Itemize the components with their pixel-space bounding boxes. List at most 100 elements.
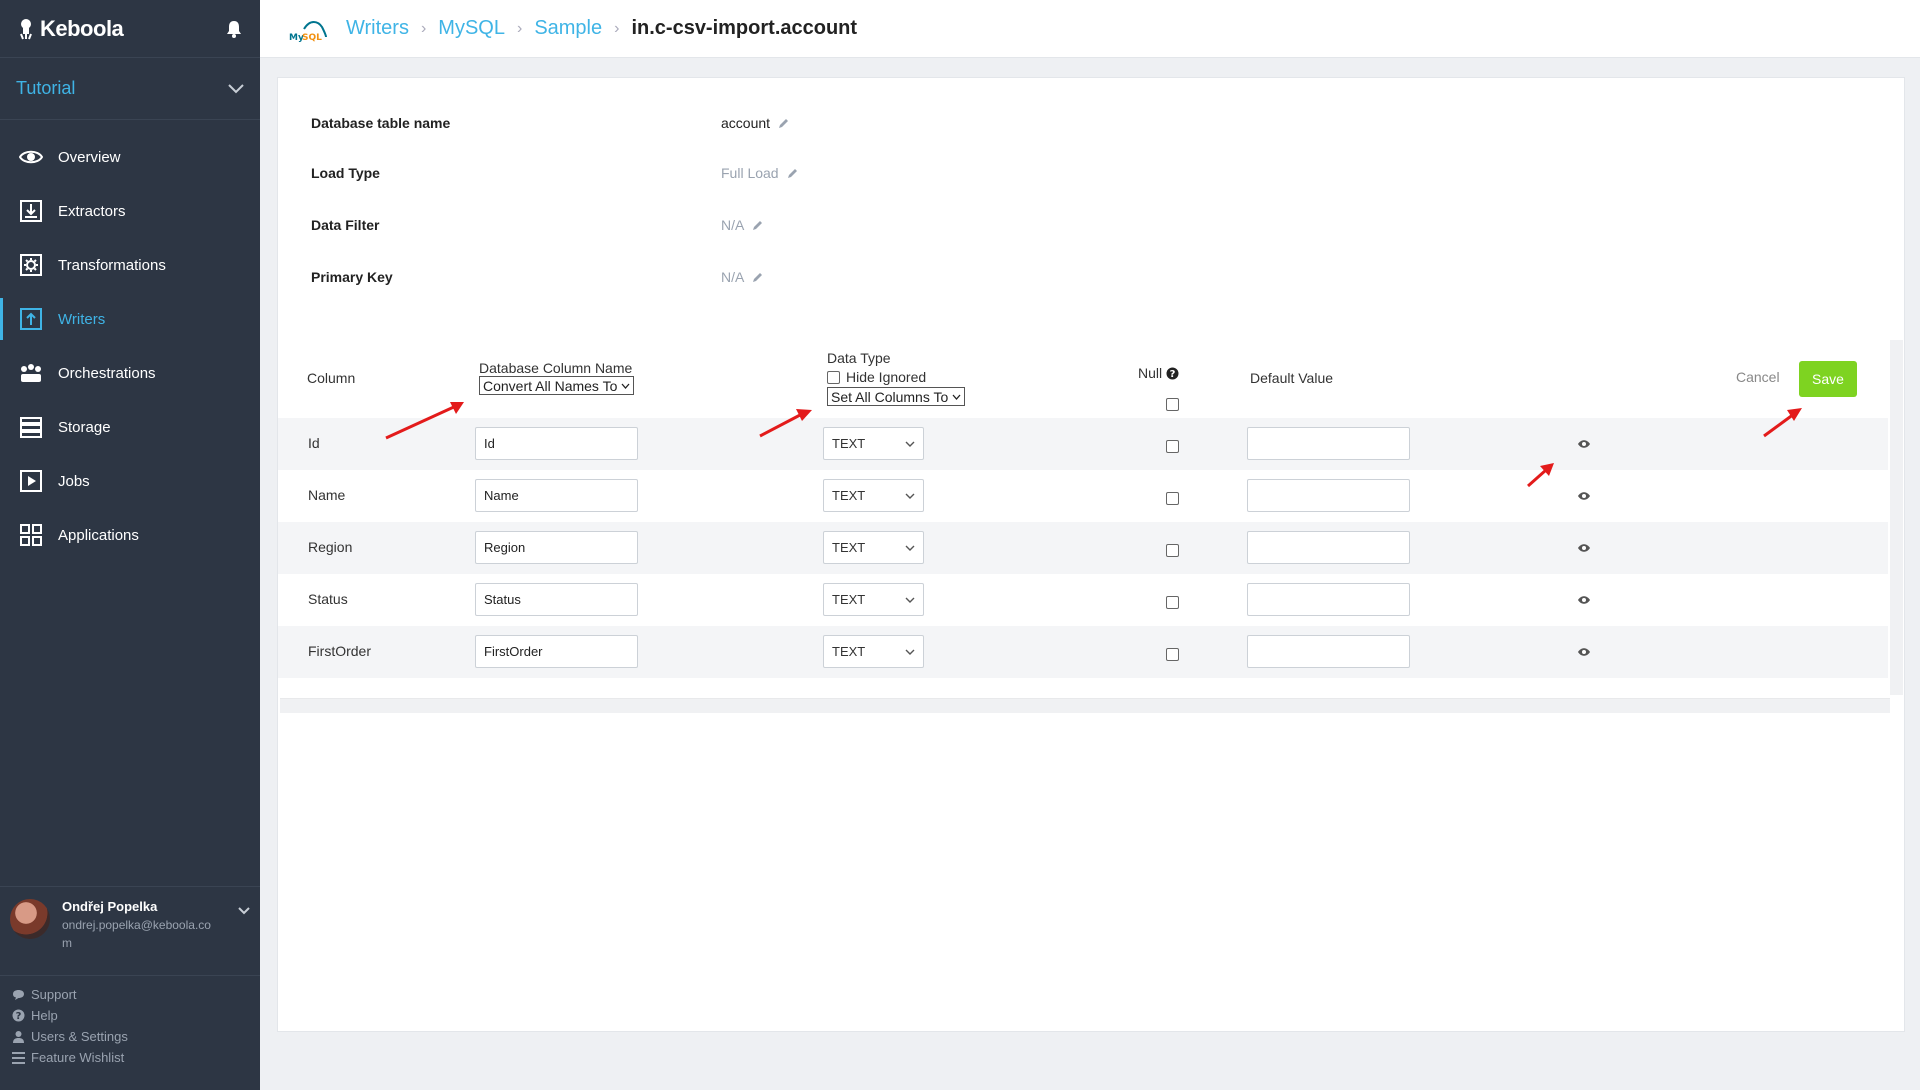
default-value-input[interactable] bbox=[1247, 583, 1410, 616]
chevron-down-icon bbox=[952, 394, 961, 400]
null-checkbox[interactable] bbox=[1166, 492, 1179, 505]
footer-link-label: Help bbox=[31, 1008, 58, 1023]
footer-links: Support ? Help Users & Settings Feature … bbox=[12, 984, 128, 1068]
breadcrumb-sample[interactable]: Sample bbox=[534, 17, 602, 40]
prop-value[interactable]: N/A bbox=[721, 269, 763, 285]
cancel-button[interactable]: Cancel bbox=[1736, 369, 1780, 385]
db-name-input[interactable]: Name bbox=[475, 479, 638, 512]
nav-item-jobs[interactable]: Jobs bbox=[0, 454, 260, 508]
data-type-select[interactable]: TEXT bbox=[823, 583, 924, 616]
nav-label: Applications bbox=[58, 526, 139, 544]
eye-icon bbox=[18, 144, 44, 170]
breadcrumb-mysql[interactable]: MySQL bbox=[438, 17, 505, 40]
breadcrumb-writers[interactable]: Writers bbox=[346, 17, 409, 40]
null-checkbox[interactable] bbox=[1166, 544, 1179, 557]
upload-icon bbox=[18, 306, 44, 332]
default-value-header: Default Value bbox=[1250, 370, 1334, 386]
nav-label: Overview bbox=[58, 148, 121, 166]
prop-table-name: Database table name account bbox=[311, 115, 789, 131]
pencil-icon[interactable] bbox=[778, 118, 789, 129]
annotation-arrow bbox=[385, 402, 464, 440]
nav-label: Transformations bbox=[58, 256, 166, 274]
prop-label: Primary Key bbox=[311, 269, 393, 285]
vertical-scrollbar[interactable] bbox=[1890, 340, 1903, 695]
eye-icon[interactable] bbox=[1577, 594, 1591, 606]
mysql-logo-icon: My SQL bbox=[289, 20, 327, 43]
db-name-input[interactable]: FirstOrder bbox=[475, 635, 638, 668]
chevron-down-icon bbox=[621, 383, 630, 389]
data-type-value: TEXT bbox=[832, 540, 866, 555]
table-row: Status Status TEXT bbox=[278, 574, 1888, 626]
column-name-cell: Status bbox=[308, 591, 348, 607]
null-checkbox[interactable] bbox=[1166, 648, 1179, 661]
primary-key-value: N/A bbox=[721, 269, 745, 285]
data-type-select[interactable]: TEXT bbox=[823, 427, 924, 460]
prop-data-filter: Data Filter N/A bbox=[311, 217, 763, 233]
default-value-input[interactable] bbox=[1247, 427, 1410, 460]
eye-icon[interactable] bbox=[1577, 438, 1591, 450]
nav-item-transformations[interactable]: Transformations bbox=[0, 238, 260, 292]
convert-all-names-select[interactable]: Convert All Names To bbox=[479, 376, 635, 395]
prop-value[interactable]: account bbox=[721, 115, 789, 131]
save-button[interactable]: Save bbox=[1799, 361, 1857, 397]
table-config-panel: Database table name account Load Type Fu… bbox=[277, 77, 1905, 1032]
help-icon[interactable]: ? bbox=[1166, 367, 1179, 380]
chevron-down-icon bbox=[905, 649, 915, 655]
db-name-input[interactable]: Id bbox=[475, 427, 638, 460]
user-email: ondrej.popelka@keboola.com bbox=[62, 918, 211, 950]
nav-item-writers[interactable]: Writers bbox=[0, 292, 260, 346]
eye-icon[interactable] bbox=[1577, 542, 1591, 554]
default-value-input[interactable] bbox=[1247, 479, 1410, 512]
db-name-input[interactable]: Status bbox=[475, 583, 638, 616]
nav-item-extractors[interactable]: Extractors bbox=[0, 184, 260, 238]
pencil-icon[interactable] bbox=[752, 272, 763, 283]
eye-icon[interactable] bbox=[1577, 490, 1591, 502]
support-link[interactable]: Support bbox=[12, 984, 128, 1005]
orchestration-icon bbox=[18, 360, 44, 386]
annotation-arrow bbox=[1763, 408, 1802, 438]
null-all-checkbox[interactable] bbox=[1166, 398, 1179, 411]
pencil-icon[interactable] bbox=[787, 168, 798, 179]
data-type-header: Data Type Hide Ignored Set All Columns T… bbox=[827, 350, 966, 406]
eye-icon[interactable] bbox=[1577, 646, 1591, 658]
project-switcher[interactable]: Tutorial bbox=[0, 58, 260, 120]
nav-item-overview[interactable]: Overview bbox=[0, 130, 260, 184]
user-menu[interactable]: Ondřej Popelka ondrej.popelka@keboola.co… bbox=[0, 886, 260, 976]
db-name-input[interactable]: Region bbox=[475, 531, 638, 564]
null-checkbox[interactable] bbox=[1166, 596, 1179, 609]
brand-name: Keboola bbox=[40, 15, 124, 41]
help-link[interactable]: ? Help bbox=[12, 1005, 128, 1026]
nav-item-applications[interactable]: Applications bbox=[0, 508, 260, 562]
default-value-input[interactable] bbox=[1247, 635, 1410, 668]
default-value-input[interactable] bbox=[1247, 531, 1410, 564]
prop-value[interactable]: Full Load bbox=[721, 165, 798, 181]
null-checkbox[interactable] bbox=[1166, 440, 1179, 453]
data-type-select[interactable]: TEXT bbox=[823, 479, 924, 512]
nav-item-storage[interactable]: Storage bbox=[0, 400, 260, 454]
breadcrumb-separator: › bbox=[420, 19, 427, 37]
keboola-logo[interactable]: Keboola bbox=[18, 15, 124, 42]
data-type-select[interactable]: TEXT bbox=[823, 531, 924, 564]
user-name: Ondřej Popelka bbox=[62, 899, 158, 914]
set-all-columns-select[interactable]: Set All Columns To bbox=[827, 387, 966, 406]
db-column-name-label: Database Column Name bbox=[479, 360, 633, 376]
nav-label: Extractors bbox=[58, 202, 126, 220]
chevron-down-icon bbox=[905, 597, 915, 603]
pencil-icon[interactable] bbox=[752, 220, 763, 231]
nav-label: Orchestrations bbox=[58, 364, 156, 382]
set-all-columns-label: Set All Columns To bbox=[831, 388, 949, 405]
data-type-select[interactable]: TEXT bbox=[823, 635, 924, 668]
hide-ignored-checkbox[interactable] bbox=[827, 370, 840, 384]
nav-label: Writers bbox=[58, 310, 106, 328]
horizontal-scrollbar[interactable] bbox=[280, 698, 1890, 713]
hide-ignored-toggle[interactable]: Hide Ignored bbox=[827, 369, 965, 385]
nav-item-orchestrations[interactable]: Orchestrations bbox=[0, 346, 260, 400]
users-settings-link[interactable]: Users & Settings bbox=[12, 1026, 128, 1047]
hide-ignored-label: Hide Ignored bbox=[846, 369, 927, 385]
bell-icon[interactable] bbox=[226, 20, 242, 38]
feature-wishlist-link[interactable]: Feature Wishlist bbox=[12, 1047, 128, 1068]
breadcrumb-separator: › bbox=[516, 19, 523, 37]
user-info: Ondřej Popelka ondrej.popelka@keboola.co… bbox=[62, 899, 212, 963]
prop-value[interactable]: N/A bbox=[721, 217, 763, 233]
chevron-down-icon bbox=[905, 441, 915, 447]
